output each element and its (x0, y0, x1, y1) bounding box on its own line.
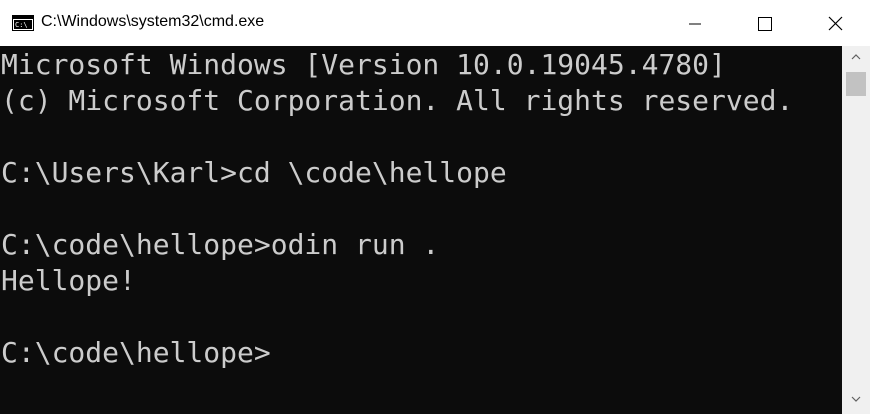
maximize-icon (758, 17, 772, 31)
close-button[interactable] (800, 0, 870, 46)
title-bar[interactable]: C:\ C:\Windows\system32\cmd.exe (0, 0, 870, 46)
console-line-cd-command: C:\Users\Karl>cd \code\hellope (1, 156, 507, 189)
minimize-icon (689, 23, 701, 25)
cmd-window: C:\ C:\Windows\system32\cmd.exe Microsof… (0, 0, 870, 414)
console-prompt[interactable]: C:\code\hellope> (1, 335, 271, 371)
cmd-app-icon[interactable]: C:\ (12, 15, 34, 31)
scroll-thumb[interactable] (846, 72, 866, 96)
minimize-button[interactable] (660, 0, 730, 46)
maximize-button[interactable] (730, 0, 800, 46)
console-line-version: Microsoft Windows [Version 10.0.19045.47… (1, 48, 726, 81)
chevron-up-icon (851, 54, 861, 60)
scroll-down-button[interactable] (842, 390, 870, 410)
vertical-scrollbar[interactable] (842, 46, 870, 414)
console-output[interactable]: Microsoft Windows [Version 10.0.19045.47… (0, 46, 842, 414)
window-title: C:\Windows\system32\cmd.exe (41, 13, 265, 30)
chevron-down-icon (851, 396, 861, 402)
svg-text:C:\: C:\ (15, 21, 28, 29)
console-line-program-output: Hellope! (1, 264, 136, 297)
scroll-up-button[interactable] (842, 46, 870, 66)
close-icon (828, 16, 843, 31)
console-line-odin-command: C:\code\hellope>odin run . (1, 228, 440, 261)
console-line-copyright: (c) Microsoft Corporation. All rights re… (1, 84, 794, 117)
